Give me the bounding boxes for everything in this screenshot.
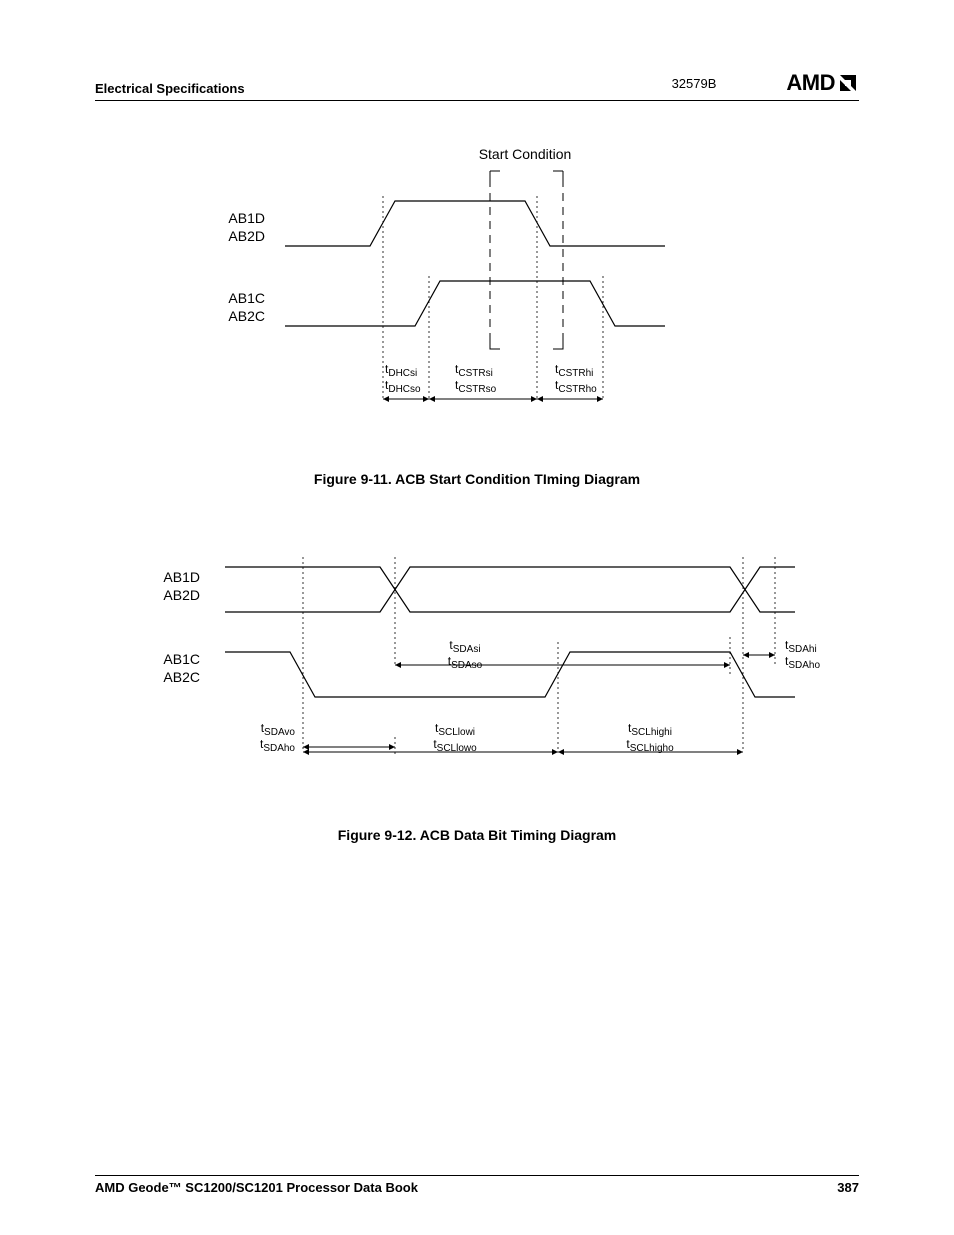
sig-ab2c-1: AB2C — [228, 308, 265, 324]
amd-logo: AMD — [786, 70, 859, 96]
svg-text:tCSTRsi: tCSTRsi — [455, 362, 493, 379]
waveform-d-2 — [225, 567, 795, 612]
figure-9-12-caption: Figure 9-12. ACB Data Bit Timing Diagram — [95, 827, 859, 843]
svg-text:tSCLhighi: tSCLhighi — [628, 721, 672, 738]
svg-text:tDHCsi: tDHCsi — [385, 362, 417, 379]
page-footer: AMD Geode™ SC1200/SC1201 Processor Data … — [95, 1175, 859, 1195]
page-header: Electrical Specifications 32579B AMD — [95, 70, 859, 101]
header-docnum: 32579B — [672, 76, 717, 91]
svg-text:tSDAvo: tSDAvo — [261, 721, 296, 738]
footer-page: 387 — [837, 1180, 859, 1195]
sig-ab2c-2: AB2C — [163, 669, 200, 685]
svg-text:tCSTRso: tCSTRso — [455, 378, 497, 395]
svg-text:tSDAho: tSDAho — [260, 737, 295, 754]
amd-arrow-icon — [837, 72, 859, 94]
figure-9-11-caption: Figure 9-11. ACB Start Condition TIming … — [95, 471, 859, 487]
figure-9-11: Start Condition AB1D AB2D AB1C AB2C — [95, 141, 859, 487]
svg-text:tSDAhi: tSDAhi — [785, 638, 817, 655]
sig-ab2d-2: AB2D — [163, 587, 200, 603]
svg-text:tSDAso: tSDAso — [448, 654, 483, 671]
waveform-c-1 — [285, 281, 665, 326]
svg-text:tSCLlowo: tSCLlowo — [433, 737, 477, 754]
sig-ab1c-2: AB1C — [163, 651, 200, 667]
sig-ab2d-1: AB2D — [228, 228, 265, 244]
svg-text:tSCLlowi: tSCLlowi — [435, 721, 475, 738]
footer-book: AMD Geode™ SC1200/SC1201 Processor Data … — [95, 1180, 418, 1195]
waveform-c-2 — [225, 652, 795, 697]
sig-ab1d-1: AB1D — [228, 210, 265, 226]
svg-text:tCSTRho: tCSTRho — [555, 378, 597, 395]
figure-9-12: AB1D AB2D AB1C AB2C tSDAsi tS — [95, 537, 859, 843]
sig-ab1d-2: AB1D — [163, 569, 200, 585]
svg-text:tCSTRhi: tCSTRhi — [555, 362, 593, 379]
svg-text:tSDAsi: tSDAsi — [449, 638, 480, 655]
waveform-d-1 — [285, 201, 665, 246]
svg-text:tDHCso: tDHCso — [385, 378, 421, 395]
svg-text:tSDAho: tSDAho — [785, 654, 820, 671]
start-condition-title: Start Condition — [479, 146, 572, 162]
sig-ab1c-1: AB1C — [228, 290, 265, 306]
header-section: Electrical Specifications — [95, 81, 245, 96]
svg-text:tSCLhigho: tSCLhigho — [626, 737, 674, 754]
